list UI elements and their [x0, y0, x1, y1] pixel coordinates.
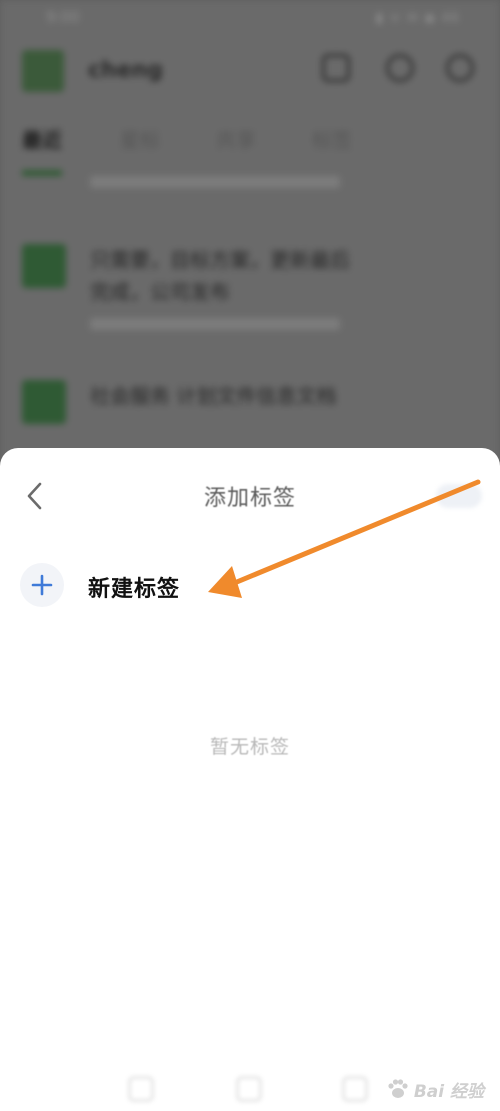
- tab-tags: 标签: [312, 128, 352, 152]
- status-icons: ▮ ᯤ ✉ ◉ 46: [375, 11, 460, 26]
- empty-state-text: 暂无标签: [209, 736, 290, 758]
- plus-icon: [20, 563, 64, 607]
- status-bar: 9:00 ▮ ᯤ ✉ ◉ 46: [0, 0, 500, 36]
- document-icon: [22, 244, 66, 288]
- menu-icon: [446, 54, 474, 82]
- toolbar-icon: [128, 1076, 154, 1102]
- tab-starred: 星标: [120, 128, 160, 152]
- document-icon: [22, 380, 66, 424]
- document-title: 只需要，目标方案，更新最后完成，公司发布: [90, 248, 350, 304]
- app-header: cheng: [0, 44, 500, 98]
- grid-icon: [322, 54, 350, 82]
- add-tag-sheet: 添加标签 新建标签 暂无标签: [0, 448, 500, 1111]
- app-name: cheng: [88, 58, 164, 83]
- sheet-title: 添加标签: [203, 486, 296, 511]
- new-tag-label: 新建标签: [88, 577, 181, 602]
- search-icon: [386, 54, 414, 82]
- watermark: Bai 经验: [386, 1074, 484, 1104]
- tab-bar: 最近 星标 共享 标签: [0, 120, 500, 156]
- toolbar-icon: [342, 1076, 368, 1102]
- list-meta: [90, 176, 340, 188]
- document-title: 社会服务 计划文件信息文档: [90, 384, 337, 408]
- tab-shared: 共享: [216, 128, 256, 152]
- screen: 9:00 ▮ ᯤ ✉ ◉ 46 cheng 最近 星标 共享 标签 只需要，目标…: [0, 0, 500, 1111]
- toolbar-icon: [236, 1076, 262, 1102]
- watermark-text: Bai 经验: [413, 1081, 484, 1102]
- avatar: [22, 50, 64, 92]
- tab-underline: [22, 170, 62, 176]
- document-meta: [90, 318, 340, 330]
- background-app: 9:00 ▮ ᯤ ✉ ◉ 46 cheng 最近 星标 共享 标签 只需要，目标…: [0, 0, 500, 470]
- tab-recent: 最近: [22, 128, 62, 152]
- new-tag-button[interactable]: 新建标签: [0, 556, 500, 610]
- paw-logo-icon: [388, 1079, 408, 1098]
- confirm-button[interactable]: [436, 484, 482, 508]
- status-time: 9:00: [46, 8, 80, 26]
